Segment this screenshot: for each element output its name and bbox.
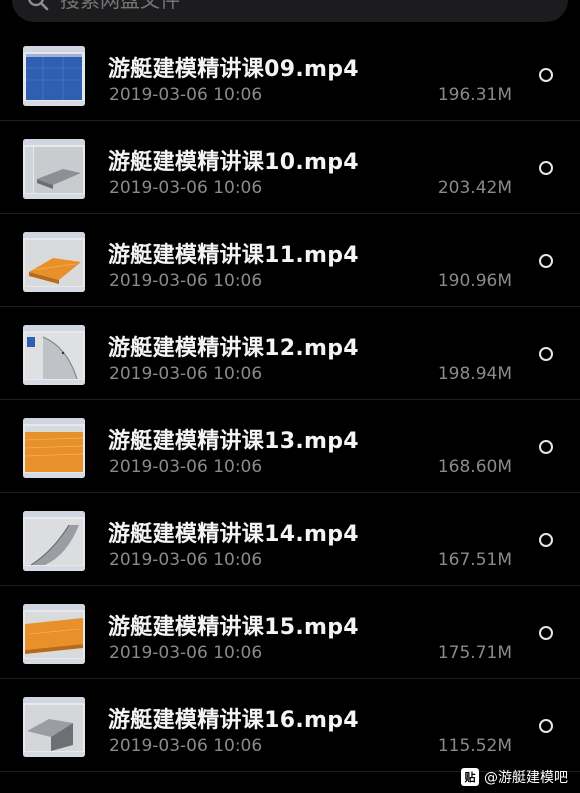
file-size: 115.52M bbox=[437, 736, 512, 756]
file-name: 游艇建模精讲课14.mp4 bbox=[108, 522, 359, 547]
file-name: 游艇建模精讲课11.mp4 bbox=[108, 243, 359, 268]
video-thumbnail-icon bbox=[23, 232, 85, 292]
file-name: 游艇建模精讲课10.mp4 bbox=[108, 150, 359, 175]
file-date: 2019-03-06 10:06 bbox=[109, 550, 263, 570]
file-name: 游艇建模精讲课13.mp4 bbox=[108, 429, 359, 454]
file-date: 2019-03-06 10:06 bbox=[109, 364, 263, 384]
file-row[interactable]: 游艇建模精讲课15.mp4 2019-03-06 10:06 175.71M bbox=[0, 586, 580, 679]
video-thumbnail-icon bbox=[23, 139, 85, 199]
file-size: 198.94M bbox=[437, 364, 512, 384]
file-size: 175.71M bbox=[437, 643, 512, 663]
video-thumbnail-icon bbox=[23, 46, 85, 106]
select-radio-button[interactable] bbox=[539, 533, 553, 547]
file-size: 168.60M bbox=[437, 457, 512, 477]
select-radio-button[interactable] bbox=[539, 254, 553, 268]
tieba-logo-icon: 贴 bbox=[461, 768, 479, 786]
file-date: 2019-03-06 10:06 bbox=[109, 178, 263, 198]
search-bar[interactable] bbox=[12, 0, 568, 22]
file-name: 游艇建模精讲课15.mp4 bbox=[108, 615, 359, 640]
select-radio-button[interactable] bbox=[539, 440, 553, 454]
file-name: 游艇建模精讲课16.mp4 bbox=[108, 708, 359, 733]
file-size: 190.96M bbox=[437, 271, 512, 291]
file-row[interactable]: 游艇建模精讲课12.mp4 2019-03-06 10:06 198.94M bbox=[0, 307, 580, 400]
search-icon bbox=[26, 0, 50, 12]
video-thumbnail-icon bbox=[23, 697, 85, 757]
search-input[interactable] bbox=[60, 0, 480, 12]
file-size: 196.31M bbox=[437, 85, 512, 105]
video-thumbnail-icon bbox=[23, 511, 85, 571]
file-row[interactable]: 游艇建模精讲课11.mp4 2019-03-06 10:06 190.96M bbox=[0, 214, 580, 307]
file-row[interactable]: 游艇建模精讲课14.mp4 2019-03-06 10:06 167.51M bbox=[0, 493, 580, 586]
file-date: 2019-03-06 10:06 bbox=[109, 736, 263, 756]
file-name: 游艇建模精讲课12.mp4 bbox=[108, 336, 359, 361]
watermark-text: @游艇建模吧 bbox=[484, 770, 568, 786]
select-radio-button[interactable] bbox=[539, 68, 553, 82]
file-date: 2019-03-06 10:06 bbox=[109, 271, 263, 291]
select-radio-button[interactable] bbox=[539, 719, 553, 733]
file-row[interactable]: 游艇建模精讲课13.mp4 2019-03-06 10:06 168.60M bbox=[0, 400, 580, 493]
select-radio-button[interactable] bbox=[539, 626, 553, 640]
file-name: 游艇建模精讲课09.mp4 bbox=[108, 57, 359, 82]
file-list: 游艇建模精讲课09.mp4 2019-03-06 10:06 196.31M 游… bbox=[0, 28, 580, 772]
file-date: 2019-03-06 10:06 bbox=[109, 643, 263, 663]
video-thumbnail-icon bbox=[23, 325, 85, 385]
file-row[interactable]: 游艇建模精讲课16.mp4 2019-03-06 10:06 115.52M bbox=[0, 679, 580, 772]
select-radio-button[interactable] bbox=[539, 161, 553, 175]
file-date: 2019-03-06 10:06 bbox=[109, 85, 263, 105]
file-row[interactable]: 游艇建模精讲课09.mp4 2019-03-06 10:06 196.31M bbox=[0, 28, 580, 121]
file-date: 2019-03-06 10:06 bbox=[109, 457, 263, 477]
file-size: 203.42M bbox=[437, 178, 512, 198]
video-thumbnail-icon bbox=[23, 604, 85, 664]
select-radio-button[interactable] bbox=[539, 347, 553, 361]
file-row[interactable]: 游艇建模精讲课10.mp4 2019-03-06 10:06 203.42M bbox=[0, 121, 580, 214]
file-size: 167.51M bbox=[437, 550, 512, 570]
watermark: 贴 @游艇建模吧 bbox=[461, 767, 568, 787]
video-thumbnail-icon bbox=[23, 418, 85, 478]
